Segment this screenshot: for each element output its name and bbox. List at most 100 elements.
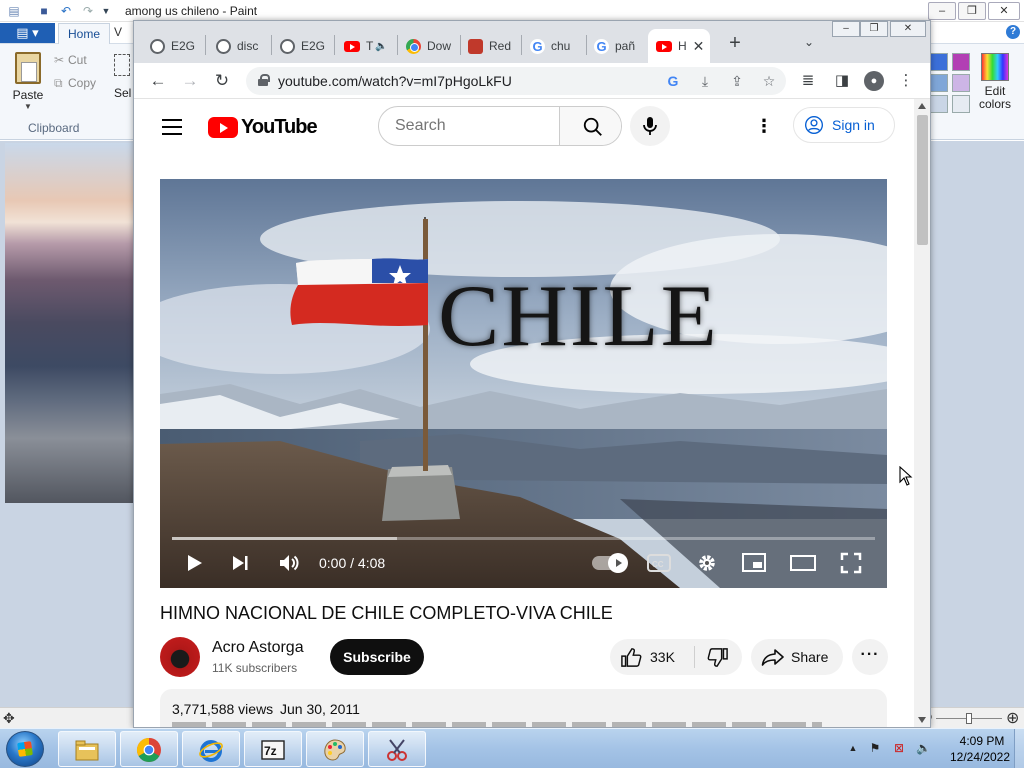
new-tab-button[interactable]: +	[724, 33, 746, 55]
lock-icon[interactable]	[258, 74, 270, 86]
taskbar-app-7zip[interactable]: 7z	[244, 731, 302, 767]
edit-colors-button[interactable]: Edit colors	[976, 50, 1014, 111]
share-button[interactable]: Share	[751, 639, 843, 675]
paint-tab-home[interactable]: Home	[58, 23, 110, 44]
dislike-button[interactable]	[695, 639, 742, 675]
chrome-minimize-button[interactable]: –	[832, 21, 860, 37]
autoplay-toggle[interactable]	[592, 553, 628, 573]
paint-file-menu[interactable]: ▤ ▾	[0, 23, 55, 43]
audio-playing-icon[interactable]: 🔈	[375, 41, 387, 52]
browser-tab[interactable]: G chu	[522, 29, 584, 63]
forward-arrow-icon[interactable]: →	[178, 69, 202, 93]
paint-close-button[interactable]: ✕	[988, 2, 1020, 20]
taskbar-app-snipping-tool[interactable]	[368, 731, 426, 767]
color-swatch[interactable]	[930, 74, 948, 92]
scroll-up-arrow-icon[interactable]	[918, 103, 926, 109]
browser-tab[interactable]: G pañ	[586, 29, 648, 63]
media-controls-icon[interactable]: ≣	[798, 71, 818, 91]
sign-in-button[interactable]: Sign in	[793, 107, 895, 143]
theater-mode-icon[interactable]	[790, 552, 816, 574]
paint-tab-view[interactable]: V	[114, 25, 122, 39]
color-swatch[interactable]	[952, 95, 970, 113]
close-tab-icon[interactable]: ✕	[693, 38, 705, 55]
tab-search-chevron-icon[interactable]: ⌄	[804, 35, 814, 49]
save-icon[interactable]: ■	[36, 3, 52, 19]
video-description-box[interactable]: 3,771,588 views Jun 30, 2011	[160, 689, 887, 727]
copy-button[interactable]: ⧉ Copy	[54, 76, 96, 91]
browser-tab[interactable]: T 🔈	[336, 29, 398, 63]
show-hidden-icons-chevron-icon[interactable]: ▲	[846, 741, 860, 755]
select-button[interactable]: Sel	[114, 54, 134, 100]
action-center-flag-icon[interactable]: ⚑	[868, 741, 882, 755]
zoom-in-icon[interactable]: ⊕	[1006, 708, 1019, 728]
network-warning-icon[interactable]: ⊠	[892, 741, 906, 755]
search-input[interactable]	[379, 107, 559, 145]
voice-search-button[interactable]	[630, 106, 670, 146]
start-button[interactable]	[6, 731, 44, 767]
share-icon[interactable]: ⇪	[728, 72, 746, 90]
video-player[interactable]: CHILE 0:00 / 4:08 CC	[160, 179, 887, 588]
reload-icon[interactable]: ↻	[210, 69, 234, 93]
side-panel-icon[interactable]: ◨	[832, 71, 852, 91]
settings-more-icon[interactable]: ⋮	[754, 117, 774, 137]
chrome-menu-icon[interactable]: ⋮	[896, 71, 916, 91]
like-button[interactable]: 33K	[610, 639, 694, 675]
play-icon[interactable]	[184, 553, 204, 573]
paste-button[interactable]: Paste ▼	[6, 48, 50, 120]
more-actions-button[interactable]: ···	[852, 639, 888, 675]
browser-tab[interactable]: Red	[460, 29, 522, 63]
closed-captions-icon[interactable]: CC	[647, 552, 671, 574]
help-icon[interactable]: ?	[1006, 25, 1020, 39]
page-scrollbar[interactable]	[914, 99, 930, 727]
scroll-down-arrow-icon[interactable]	[918, 717, 926, 723]
redo-icon[interactable]: ↷	[80, 3, 96, 19]
channel-avatar[interactable]	[160, 637, 200, 677]
speaker-volume-icon[interactable]: 🔈	[916, 741, 931, 755]
guide-menu-icon[interactable]	[162, 119, 182, 135]
browser-tab-active[interactable]: H ✕	[648, 29, 710, 63]
color-swatch[interactable]	[930, 53, 948, 71]
next-video-icon[interactable]	[230, 553, 250, 573]
browser-tab[interactable]: E2G	[142, 29, 204, 63]
bookmark-star-icon[interactable]: ☆	[760, 72, 778, 90]
color-swatch[interactable]	[930, 95, 948, 113]
taskbar-app-paint[interactable]	[306, 731, 364, 767]
paint-canvas-image[interactable]	[5, 143, 135, 503]
miniplayer-icon[interactable]	[742, 552, 766, 574]
chrome-restore-button[interactable]: ❐	[860, 21, 888, 37]
browser-tab[interactable]: Dow	[398, 29, 460, 63]
profile-avatar-icon[interactable]: ●	[864, 71, 884, 91]
undo-icon[interactable]: ↶	[58, 3, 74, 19]
url-text[interactable]: youtube.com/watch?v=mI7pHgoLkFU	[278, 73, 512, 89]
google-lens-icon[interactable]: G	[664, 72, 682, 90]
back-arrow-icon[interactable]: ←	[146, 69, 170, 93]
video-progress-bar[interactable]	[172, 537, 875, 540]
install-app-icon[interactable]: ⤓	[696, 72, 714, 90]
show-desktop-button[interactable]	[1014, 729, 1024, 768]
browser-tab[interactable]: disc	[208, 29, 270, 63]
cut-button[interactable]: ✂ Cut	[54, 53, 87, 67]
taskbar-app-internet-explorer[interactable]	[182, 731, 240, 767]
taskbar-app-file-explorer[interactable]	[58, 731, 116, 767]
fullscreen-icon[interactable]	[840, 552, 862, 574]
taskbar-app-chrome[interactable]	[120, 731, 178, 767]
subscribe-button[interactable]: Subscribe	[330, 639, 424, 675]
paint-app-icon[interactable]: ▤	[6, 3, 22, 19]
paint-minimize-button[interactable]: –	[928, 2, 956, 20]
address-bar[interactable]: youtube.com/watch?v=mI7pHgoLkFU G ⤓ ⇪ ☆	[246, 67, 786, 95]
channel-name[interactable]: Acro Astorga	[212, 639, 304, 657]
clock-date[interactable]: 12/24/2022	[940, 750, 1020, 764]
settings-gear-icon[interactable]	[696, 552, 718, 574]
volume-icon[interactable]	[278, 552, 300, 574]
paint-restore-button[interactable]: ❐	[958, 2, 986, 20]
search-button[interactable]	[559, 107, 621, 145]
zoom-slider[interactable]	[936, 711, 1002, 725]
browser-tab[interactable]: E2G	[272, 29, 334, 63]
color-swatch[interactable]	[952, 53, 970, 71]
chrome-close-button[interactable]: ✕	[890, 21, 926, 37]
youtube-logo[interactable]: YouTube	[208, 116, 318, 139]
qat-dropdown-icon[interactable]: ▼	[98, 3, 114, 19]
color-swatch[interactable]	[952, 74, 970, 92]
scrollbar-thumb[interactable]	[917, 115, 928, 245]
clock-time[interactable]: 4:09 PM	[952, 734, 1012, 748]
